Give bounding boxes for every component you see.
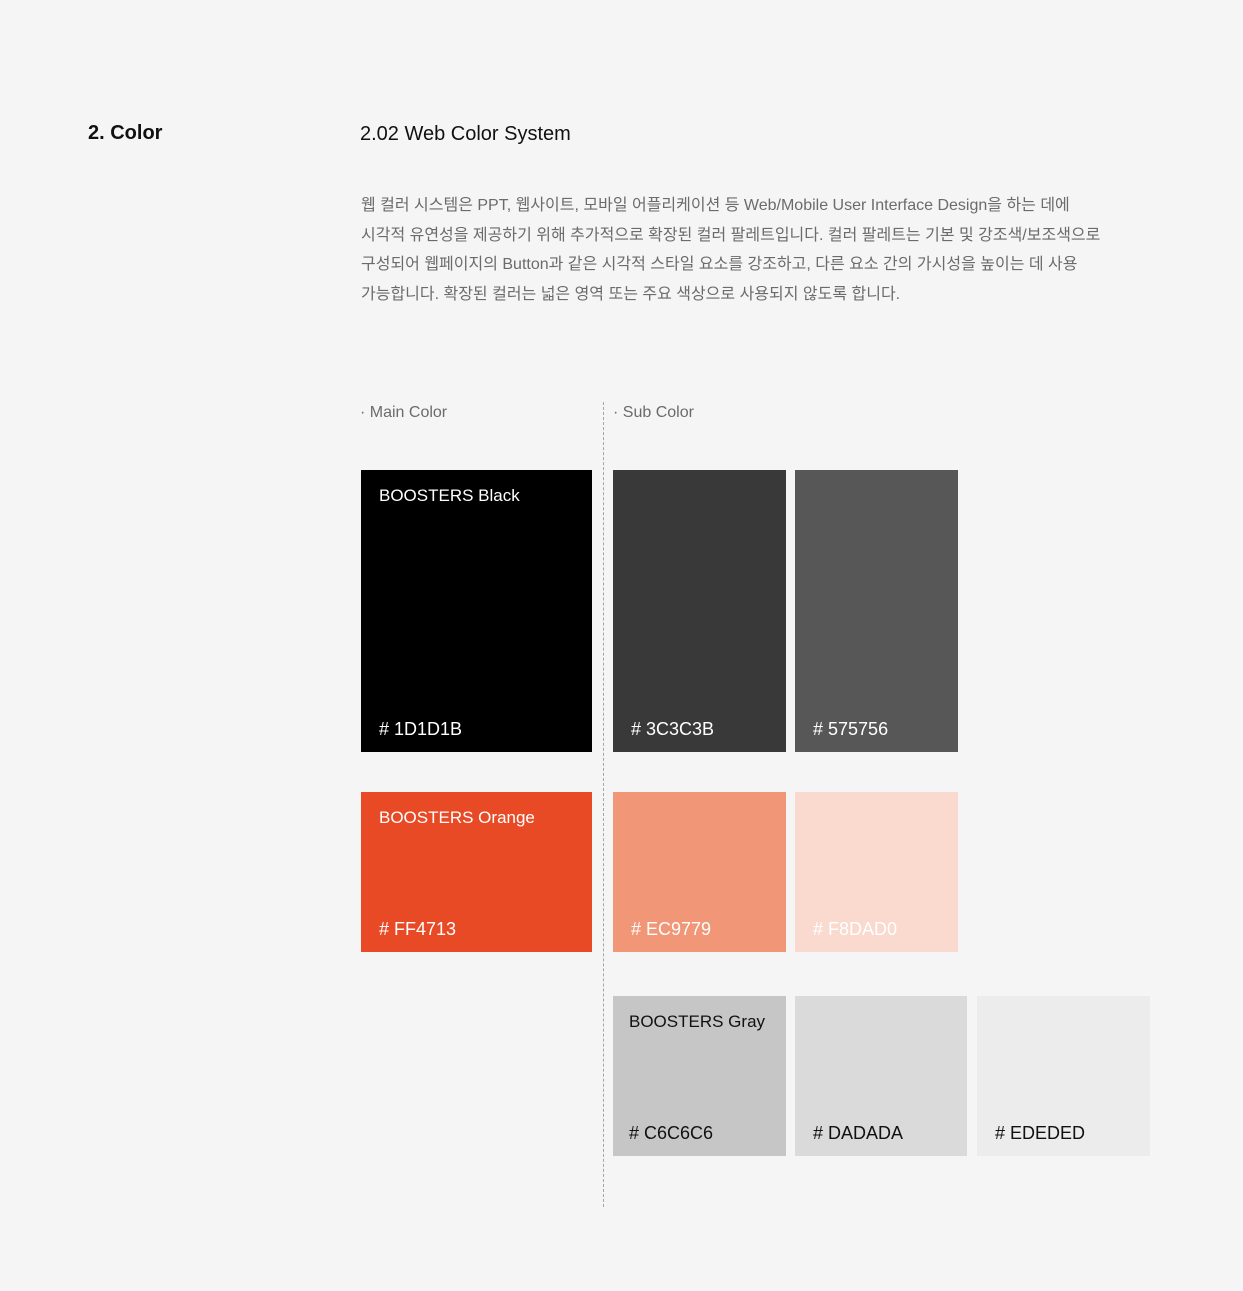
description-line: 웹 컬러 시스템은 PPT, 웹사이트, 모바일 어플리케이션 등 Web/Mo…: [361, 197, 1070, 214]
description: 웹 컬러 시스템은 PPT, 웹사이트, 모바일 어플리케이션 등 Web/Mo…: [361, 191, 1151, 309]
swatch-orange-2: # F8DAD0: [795, 792, 958, 952]
swatch-gray-3: # EDEDED: [977, 996, 1150, 1156]
swatch-hex: # 575756: [813, 719, 889, 739]
swatch-boosters-orange: BOOSTERS Orange # FF4713: [361, 792, 592, 952]
column-divider: [603, 402, 604, 1207]
swatch-gray-2: # DADADA: [795, 996, 967, 1156]
description-line: 가능합니다. 확장된 컬러는 넓은 영역 또는 주요 색상으로 사용되지 않도록…: [361, 285, 901, 303]
swatch-hex: # FF4713: [379, 919, 457, 939]
swatch-name: BOOSTERS Gray: [629, 1012, 766, 1031]
description-line: 시각적 유연성을 제공하기 위해 추가적으로 확장된 컬러 팔레트입니다. 컬러…: [361, 226, 1101, 244]
swatch-hex: # DADADA: [813, 1123, 904, 1143]
swatch-hex: # 3C3C3B: [631, 719, 715, 739]
swatch-name: BOOSTERS Orange: [379, 808, 535, 827]
swatch-boosters-black: BOOSTERS Black # 1D1D1B: [361, 470, 592, 752]
swatch-hex: # EC9779: [631, 919, 712, 939]
swatch-hex: # 1D1D1B: [379, 719, 463, 739]
subsection-title: 2.02 Web Color System: [360, 123, 571, 145]
description-line: 구성되어 웹페이지의 Button과 같은 시각적 스타일 요소를 강조하고, …: [361, 256, 1078, 273]
swatch-orange-1: # EC9779: [613, 792, 786, 952]
swatch-hex: # C6C6C6: [629, 1123, 714, 1143]
main-color-label: · Main Color: [360, 404, 448, 421]
swatch-hex: # EDEDED: [995, 1123, 1086, 1143]
swatch-dark-2: # 575756: [795, 470, 958, 752]
sub-color-label: · Sub Color: [613, 404, 694, 421]
swatch-name: BOOSTERS Black: [379, 486, 520, 505]
section-title: 2. Color: [88, 122, 163, 144]
swatch-hex: # F8DAD0: [813, 919, 898, 939]
swatch-dark-1: # 3C3C3B: [613, 470, 786, 752]
swatch-boosters-gray: BOOSTERS Gray # C6C6C6: [613, 996, 786, 1156]
